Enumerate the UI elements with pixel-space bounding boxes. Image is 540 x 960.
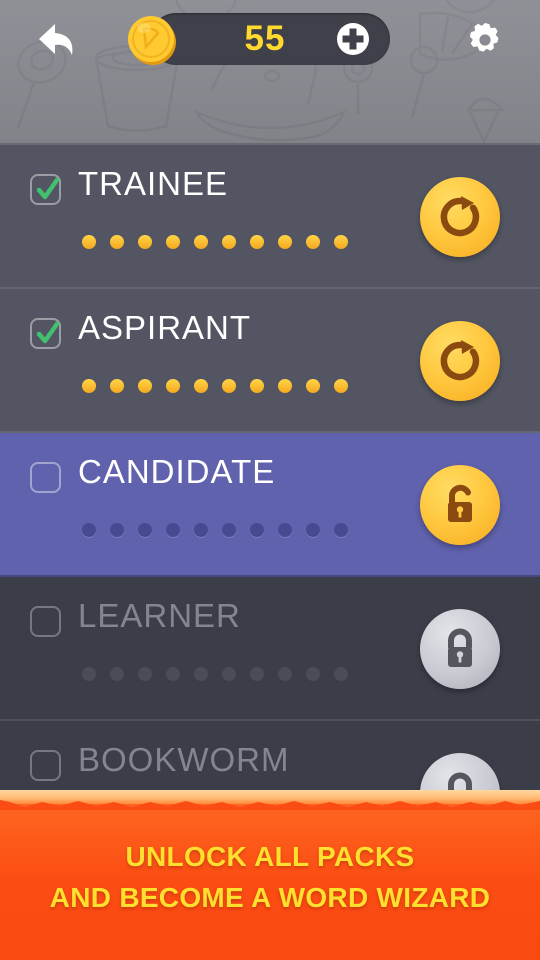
progress-dot [250, 667, 264, 681]
progress-dot [194, 235, 208, 249]
pack-progress-dots [82, 235, 348, 249]
progress-dot [278, 667, 292, 681]
pack-row-learner[interactable]: LEARNER [0, 577, 540, 721]
unlock-button[interactable] [420, 465, 500, 545]
pack-title: ASPIRANT [78, 309, 252, 346]
back-button[interactable] [30, 14, 88, 66]
progress-dot [82, 235, 96, 249]
header-bar: 55 [0, 0, 540, 145]
progress-dot [334, 523, 348, 537]
progress-dot [194, 667, 208, 681]
progress-dot [306, 235, 320, 249]
pack-title: LEARNER [78, 597, 241, 634]
progress-dot [166, 667, 180, 681]
progress-dot [110, 523, 124, 537]
progress-dot [110, 235, 124, 249]
pack-list: TRAINEE ASPIRANT CANDIDATE LEARNER BOOKW… [0, 145, 540, 865]
replay-icon [440, 196, 480, 237]
replay-button[interactable] [420, 321, 500, 401]
progress-dot [222, 523, 236, 537]
unlock-all-packs-banner[interactable]: UNLOCK ALL PACKS AND BECOME A WORD WIZAR… [0, 790, 540, 960]
back-arrow-icon [39, 24, 73, 55]
locked-button[interactable] [420, 609, 500, 689]
banner-line-2: AND BECOME A WORD WIZARD [49, 882, 491, 913]
checkbox-checked-icon[interactable] [30, 318, 61, 349]
pack-progress-dots [82, 667, 348, 681]
replay-button[interactable] [420, 177, 500, 257]
checkbox-unchecked-icon[interactable] [30, 750, 61, 781]
pack-title: BOOKWORM [78, 741, 290, 778]
progress-dot [82, 667, 96, 681]
pack-title: CANDIDATE [78, 453, 276, 490]
progress-dot [222, 379, 236, 393]
progress-dot [278, 379, 292, 393]
lock-closed-icon [448, 628, 472, 667]
checkbox-unchecked-icon[interactable] [30, 462, 61, 493]
progress-dot [194, 523, 208, 537]
progress-dot [194, 379, 208, 393]
progress-dot [138, 667, 152, 681]
progress-dot [166, 523, 180, 537]
progress-dot [334, 379, 348, 393]
coin-counter[interactable]: 55 [128, 13, 390, 65]
progress-dot [82, 379, 96, 393]
progress-dot [82, 523, 96, 537]
pack-row-trainee[interactable]: TRAINEE [0, 145, 540, 289]
progress-dot [110, 379, 124, 393]
progress-dot [306, 523, 320, 537]
pack-row-aspirant[interactable]: ASPIRANT [0, 289, 540, 433]
progress-dot [278, 523, 292, 537]
unlock-open-icon [448, 484, 472, 522]
progress-dot [222, 667, 236, 681]
progress-dot [250, 379, 264, 393]
replay-icon [440, 340, 480, 381]
progress-dot [334, 235, 348, 249]
progress-dot [306, 379, 320, 393]
banner-message: UNLOCK ALL PACKS AND BECOME A WORD WIZAR… [0, 836, 540, 918]
gear-icon [469, 23, 499, 52]
progress-dot [250, 235, 264, 249]
settings-button[interactable] [457, 14, 513, 66]
progress-dot [138, 379, 152, 393]
add-coins-button[interactable] [336, 22, 370, 56]
checkbox-checked-icon[interactable] [30, 174, 61, 205]
progress-dot [138, 523, 152, 537]
pack-row-candidate[interactable]: CANDIDATE [0, 433, 540, 577]
banner-torn-edge-shape [0, 800, 540, 810]
pack-progress-dots [82, 379, 348, 393]
banner-line-1: UNLOCK ALL PACKS [125, 841, 415, 872]
progress-dot [138, 235, 152, 249]
progress-dot [334, 667, 348, 681]
progress-dot [306, 667, 320, 681]
progress-dot [110, 667, 124, 681]
pack-progress-dots [82, 523, 348, 537]
progress-dot [222, 235, 236, 249]
pack-title: TRAINEE [78, 165, 229, 202]
progress-dot [166, 235, 180, 249]
checkbox-unchecked-icon[interactable] [30, 606, 61, 637]
progress-dot [250, 523, 264, 537]
progress-dot [278, 235, 292, 249]
coin-icon [128, 16, 176, 65]
progress-dot [166, 379, 180, 393]
